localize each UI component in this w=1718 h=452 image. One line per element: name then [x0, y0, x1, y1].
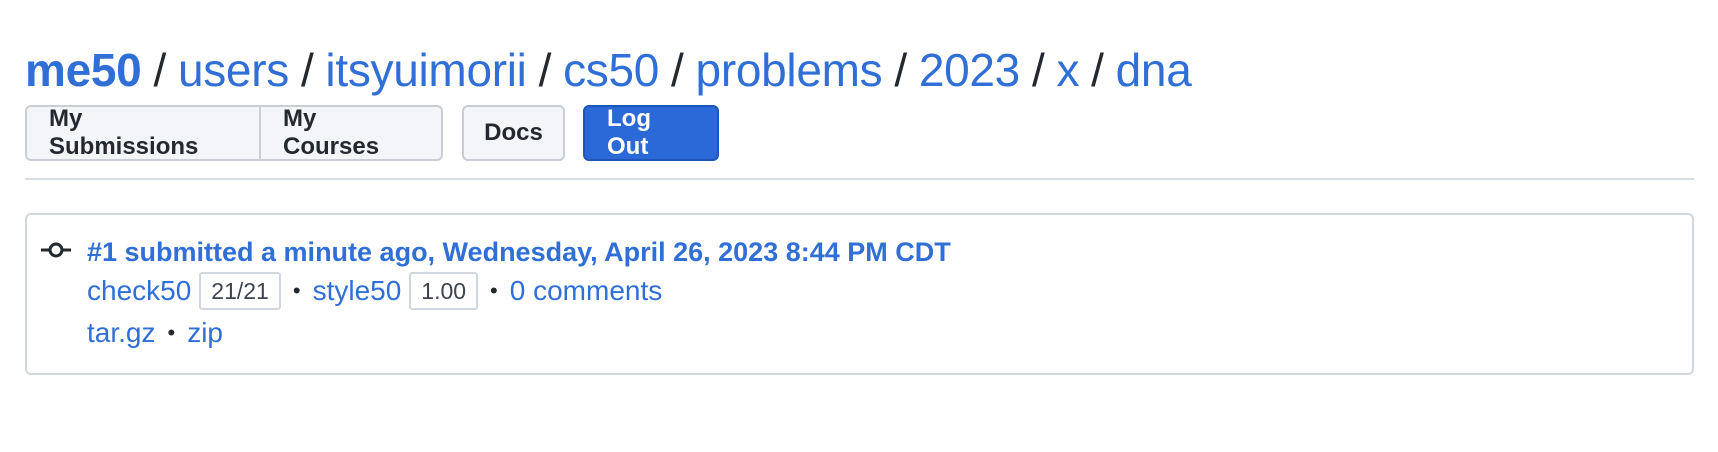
check50-link[interactable]: check50 — [87, 270, 191, 312]
breadcrumb-separator: / — [538, 44, 552, 96]
separator-dot: • — [167, 320, 176, 345]
divider — [25, 178, 1694, 180]
style50-score-badge: 1.00 — [409, 272, 479, 310]
breadcrumb-separator: / — [894, 44, 907, 96]
breadcrumb: me50/users / itsyuimorii / cs50/problems/202… — [25, 38, 1694, 102]
submission-card: #1 submitted a minute ago, Wednesday, Ap… — [25, 213, 1694, 375]
download-targz-link[interactable]: tar.gz — [87, 312, 155, 354]
page-container: me50/users / itsyuimorii / cs50/problems/202… — [25, 38, 1694, 375]
check50-score-badge: 21/21 — [199, 272, 281, 310]
breadcrumb-username-link[interactable]: itsyuimorii — [325, 44, 526, 96]
docs-button[interactable]: Docs — [462, 105, 565, 161]
style50-link[interactable]: style50 — [313, 270, 402, 312]
breadcrumb-root-link[interactable]: me50 — [25, 44, 142, 96]
download-zip-link[interactable]: zip — [187, 312, 223, 354]
commit-icon — [41, 242, 71, 258]
nav-bar: My Submissions My Courses Docs Log Out — [25, 105, 1694, 161]
breadcrumb-separator: / — [153, 44, 166, 96]
breadcrumb-section-link[interactable]: x — [1056, 44, 1079, 96]
breadcrumb-separator: / — [300, 44, 314, 96]
breadcrumb-problem-link[interactable]: dna — [1116, 44, 1192, 96]
breadcrumb-separator: / — [671, 44, 684, 96]
submission-title-link[interactable]: #1 submitted a minute ago, Wednesday, Ap… — [87, 234, 951, 270]
breadcrumb-separator: / — [1031, 44, 1045, 96]
breadcrumb-problems-link[interactable]: problems — [696, 44, 883, 96]
breadcrumb-course-link[interactable]: cs50 — [563, 44, 659, 96]
breadcrumb-users-link[interactable]: users — [178, 44, 289, 96]
separator-dot: • — [490, 278, 498, 303]
log-out-button[interactable]: Log Out — [583, 105, 719, 161]
submission-results: check50 21/21 • style50 1.00 • 0 comment… — [87, 270, 951, 312]
my-courses-button[interactable]: My Courses — [261, 105, 443, 161]
breadcrumb-year-link[interactable]: 2023 — [919, 44, 1020, 96]
submission-downloads: tar.gz • zip — [87, 312, 951, 354]
comments-link[interactable]: 0 comments — [510, 270, 663, 312]
submission-body: #1 submitted a minute ago, Wednesday, Ap… — [87, 234, 951, 354]
my-submissions-button[interactable]: My Submissions — [25, 105, 261, 161]
separator-dot: • — [292, 278, 301, 303]
nav-button-group: My Submissions My Courses — [25, 105, 443, 161]
breadcrumb-separator: / — [1091, 44, 1104, 96]
